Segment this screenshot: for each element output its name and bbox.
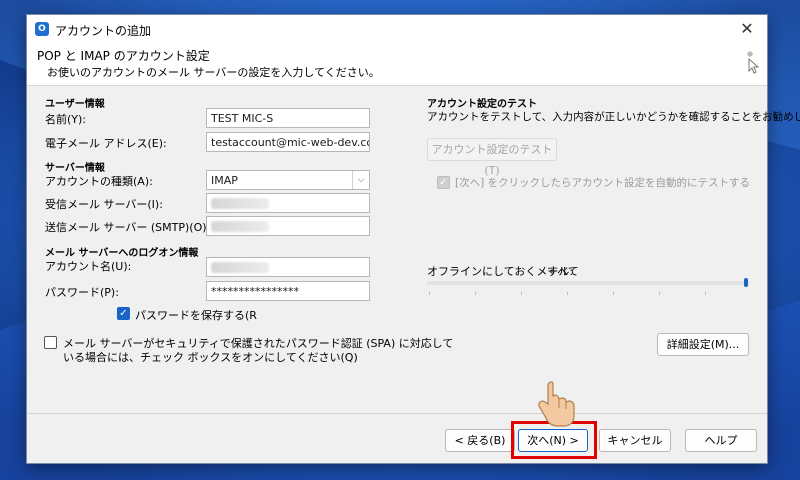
remember-password-label: パスワードを保存する(R: [135, 309, 257, 322]
dialog-header: POP と IMAP のアカウント設定 お使いのアカウントのメール サーバーの設…: [27, 43, 767, 86]
slider-tick: [475, 292, 476, 295]
chevron-down-icon[interactable]: ⌵: [352, 171, 369, 189]
auto-test-checkbox[interactable]: ✓: [437, 176, 450, 189]
outlook-icon: O: [35, 22, 49, 36]
slider-tick: [705, 292, 706, 295]
blurred-value: [211, 221, 269, 232]
password-label: パスワード(P):: [45, 286, 119, 299]
footer-divider: [27, 413, 767, 414]
pointing-hand-icon: [538, 381, 575, 427]
outgoing-server-label: 送信メール サーバー (SMTP)(O):: [45, 221, 211, 234]
page-title: POP と IMAP のアカウント設定: [37, 49, 210, 63]
title-bar: O アカウントの追加 ✕: [27, 15, 767, 43]
cancel-button[interactable]: キャンセル: [599, 429, 671, 452]
slider-tick: [521, 292, 522, 295]
outgoing-server-field[interactable]: [206, 216, 370, 236]
logon-info-heading: メール サーバーへのログオン情報: [45, 248, 199, 259]
test-settings-heading: アカウント設定のテスト: [427, 99, 537, 110]
slider-tick: [659, 292, 660, 295]
test-settings-description: アカウントをテストして、入力内容が正しいかどうかを確認することをお勧めします。: [427, 111, 800, 123]
account-name-label: アカウント名(U):: [45, 260, 132, 273]
slider-tick: [429, 292, 430, 295]
spa-checkbox[interactable]: [44, 336, 57, 349]
slider-tick: [567, 292, 568, 295]
account-name-field[interactable]: [206, 257, 370, 277]
help-button[interactable]: ヘルプ: [685, 429, 757, 452]
account-type-label: アカウントの種類(A):: [45, 175, 153, 188]
server-info-heading: サーバー情報: [45, 163, 105, 174]
account-type-value: IMAP: [211, 174, 238, 187]
incoming-server-label: 受信メール サーバー(I):: [45, 198, 163, 211]
close-button[interactable]: ✕: [735, 18, 759, 40]
spa-label-line2: いる場合には、チェック ボックスをオンにしてください(Q): [63, 351, 358, 364]
user-info-heading: ユーザー情報: [45, 99, 105, 110]
account-type-select[interactable]: IMAP ⌵: [206, 170, 370, 190]
page-subtitle: お使いのアカウントのメール サーバーの設定を入力してください。: [47, 66, 380, 79]
email-label: 電子メール アドレス(E):: [45, 137, 167, 150]
email-field[interactable]: testaccount@mic-web-dev.com: [206, 132, 370, 152]
remember-password-checkbox[interactable]: ✓: [117, 307, 130, 320]
offline-mail-slider[interactable]: [427, 281, 749, 285]
blurred-value: [211, 198, 269, 209]
auto-test-label: [次へ] をクリックしたらアカウント設定を自動的にテストする: [455, 177, 751, 189]
test-account-settings-button[interactable]: アカウント設定のテスト(T): [427, 138, 557, 177]
more-settings-button[interactable]: 詳細設定(M)...: [657, 333, 749, 356]
sparkle-cursor-icon: [747, 51, 759, 74]
add-account-dialog: O アカウントの追加 ✕ POP と IMAP のアカウント設定 お使いのアカウ…: [26, 14, 800, 464]
password-field[interactable]: ****************: [206, 281, 370, 301]
offline-mail-value: すべて: [547, 265, 579, 278]
offline-mail-slider-thumb[interactable]: [744, 278, 748, 287]
name-label: 名前(Y):: [45, 113, 87, 126]
incoming-server-field[interactable]: [206, 193, 370, 213]
name-field[interactable]: TEST MIC-S: [206, 108, 370, 128]
slider-tick: [613, 292, 614, 295]
window-title: アカウントの追加: [55, 24, 152, 38]
blurred-value: [211, 262, 269, 273]
back-button[interactable]: < 戻る(B): [445, 429, 515, 452]
